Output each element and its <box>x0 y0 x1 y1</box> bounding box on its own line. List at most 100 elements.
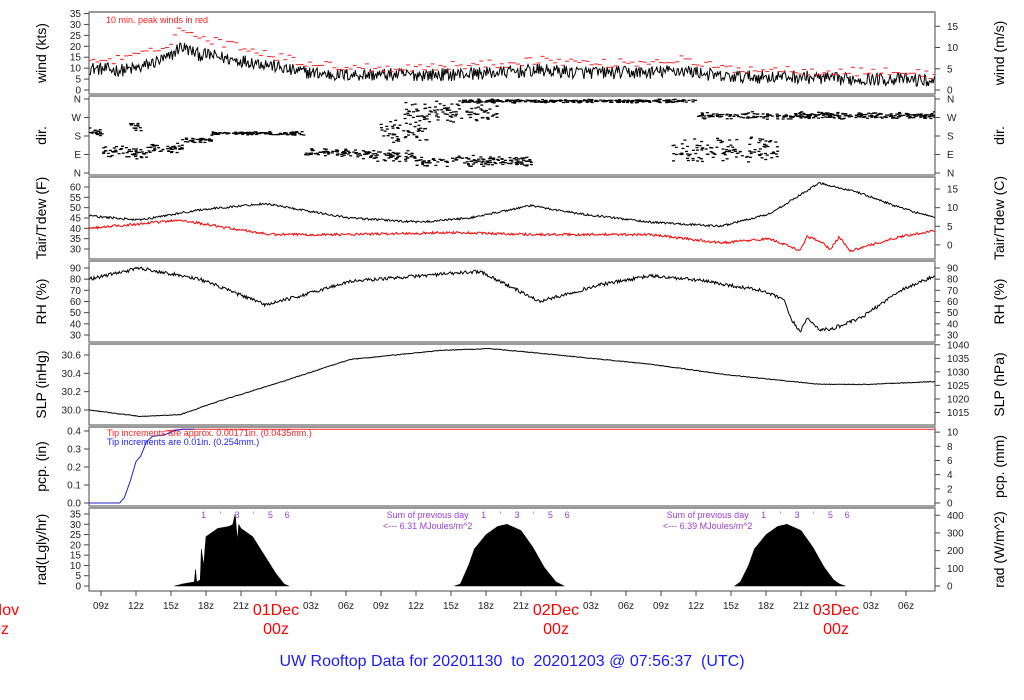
dir-point <box>763 146 767 148</box>
dir-point <box>729 144 733 146</box>
dir-point <box>623 99 627 101</box>
dir-point <box>688 153 692 155</box>
dir-point <box>820 113 824 115</box>
x-tick-label: 06z <box>618 601 634 612</box>
dir-point <box>740 155 744 157</box>
dir-point <box>750 111 754 113</box>
x-tick-label: 03z <box>863 601 879 612</box>
rad-hour-mark: 3 <box>515 510 520 520</box>
dir-point <box>241 133 245 136</box>
dir-point <box>599 99 603 101</box>
dir-point <box>470 165 474 167</box>
panel-wind: 05101520253035051015wind (kts) wind (m/s)… <box>33 9 1007 97</box>
left-tick-label: 0.1 <box>67 481 81 492</box>
dir-point <box>736 152 740 154</box>
dir-point <box>705 153 709 155</box>
right-axis-title: wind (m/s) <box>991 21 1007 87</box>
dir-point <box>836 112 840 114</box>
dir-point <box>238 132 242 134</box>
left-axis-title: dir. <box>33 126 49 145</box>
left-tick-label: 40 <box>70 319 82 330</box>
dir-point <box>102 152 106 154</box>
right-tick-label: 1015 <box>947 408 970 419</box>
dir-point <box>465 161 469 163</box>
dir-point <box>407 110 411 113</box>
dir-point <box>385 125 389 128</box>
dir-point <box>474 159 478 162</box>
dir-point <box>619 100 623 102</box>
dir-point <box>734 150 738 152</box>
dir-point <box>727 150 731 153</box>
dir-point <box>411 132 415 134</box>
x-tick-label: 15z <box>723 601 739 612</box>
dir-point <box>221 132 225 134</box>
dir-point <box>206 139 210 141</box>
dir-point <box>696 160 700 162</box>
dir-point <box>434 106 438 108</box>
dir-point <box>324 148 328 150</box>
x-tick-label: 21z <box>233 601 249 612</box>
left-tick-label: 15 <box>70 551 82 562</box>
dir-point <box>135 158 139 160</box>
dir-point <box>711 156 715 159</box>
dir-point <box>587 98 591 101</box>
panel-slp: 30.0 30.2 30.4 30.6 1015 1020 1025 1030 1035 1040… <box>33 340 1007 426</box>
dir-point <box>404 101 408 104</box>
x-tick-label: 15z <box>443 601 459 612</box>
dir-point <box>367 151 371 153</box>
dir-point <box>639 100 643 102</box>
dir-point <box>757 150 761 153</box>
rad-hour-mark: ' <box>500 510 502 520</box>
dir-point <box>425 139 429 141</box>
dir-point <box>725 118 729 120</box>
dir-point <box>421 163 425 165</box>
dir-point <box>134 150 138 152</box>
dir-point <box>748 117 752 119</box>
dir-point <box>485 116 489 119</box>
left-tick-label: 0 <box>75 582 81 593</box>
dir-point <box>424 162 428 164</box>
dir-point <box>383 153 387 155</box>
dir-point <box>728 149 732 152</box>
dir-point <box>704 148 708 150</box>
dir-point <box>153 147 157 149</box>
dir-point <box>144 152 148 154</box>
dir-point <box>466 163 470 165</box>
dir-point <box>487 163 491 166</box>
dir-point <box>135 148 139 150</box>
dir-point <box>412 111 416 113</box>
dir-point <box>386 135 390 137</box>
dir-point <box>120 147 124 150</box>
dir-point <box>686 145 690 148</box>
dir-point <box>136 124 140 126</box>
left-tick-label: 30.4 <box>62 369 82 380</box>
dir-point <box>438 158 442 160</box>
dir-point <box>905 115 909 117</box>
left-tick-label: 55 <box>70 193 82 204</box>
dir-point <box>188 140 192 142</box>
dir-point <box>480 117 484 119</box>
dir-point <box>397 140 401 142</box>
dir-point <box>131 148 135 150</box>
dir-point <box>672 153 676 155</box>
dir-point <box>436 109 440 111</box>
dir-point <box>372 150 376 152</box>
dir-point <box>469 160 473 162</box>
rad-hour-mark: 5 <box>828 510 833 520</box>
dir-point <box>802 112 806 115</box>
dir-point <box>414 121 418 123</box>
right-tick-label: 1020 <box>947 394 970 405</box>
dir-point <box>199 139 203 141</box>
dir-point <box>391 151 395 154</box>
left-tick-label: W <box>72 113 82 124</box>
dir-point <box>610 101 614 103</box>
dir-point <box>485 160 489 162</box>
dir-point <box>428 106 432 109</box>
dir-point <box>181 138 185 141</box>
dir-point <box>529 163 533 166</box>
rad-hour-mark: ' <box>813 510 815 520</box>
left-axis-title: wind (kts) <box>33 23 49 84</box>
rad-hour-mark: 1 <box>481 510 486 520</box>
dir-point <box>671 160 675 162</box>
dir-point <box>523 101 527 103</box>
